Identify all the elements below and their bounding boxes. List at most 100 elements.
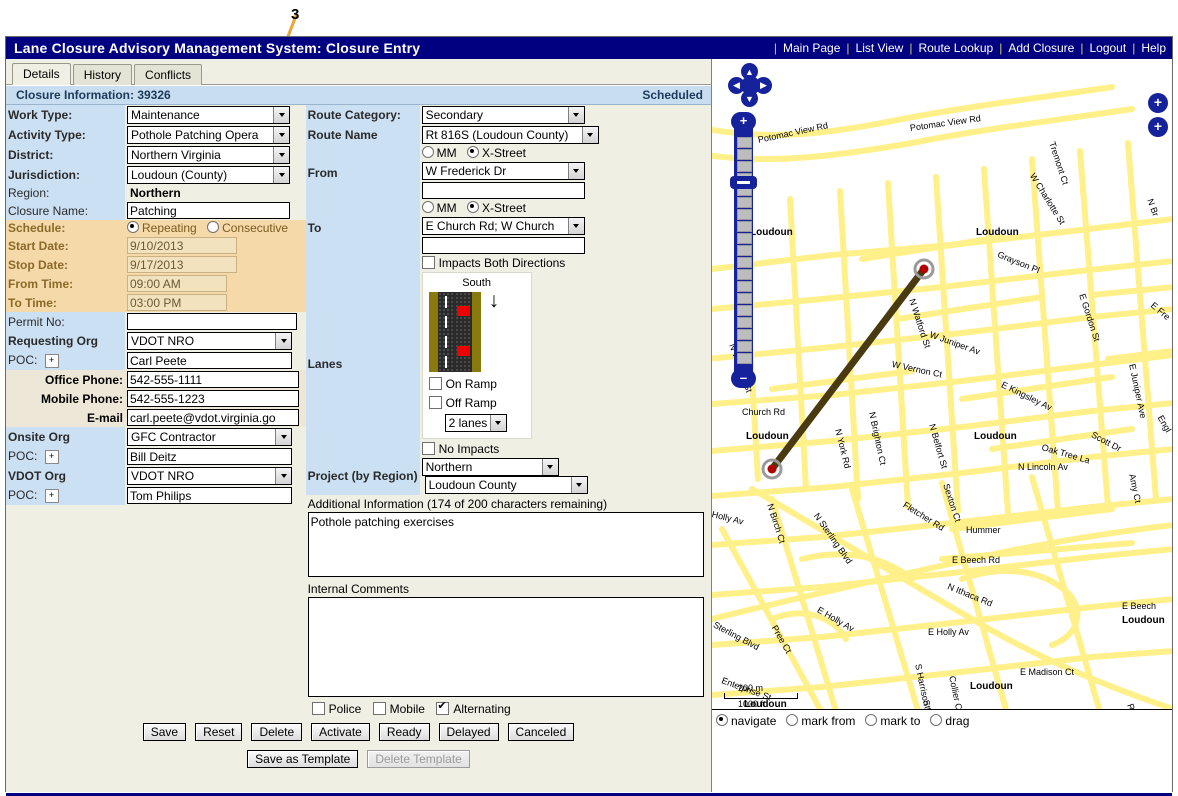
lane-2[interactable] [454,292,472,372]
vdot-poc-input[interactable] [127,487,292,504]
map-plus-button-2[interactable]: + [1148,117,1168,137]
expand-plus-icon[interactable]: + [44,450,59,464]
office-phone-input[interactable] [127,371,299,388]
from-street-select[interactable]: W Frederick Dr [421,162,585,180]
delete-button[interactable]: Delete [251,723,303,741]
mobile-checkbox[interactable] [372,702,386,715]
schedule-repeating-radio[interactable] [127,221,139,233]
internal-comments-textarea[interactable] [307,597,704,697]
activity-type-value: Pothole Patching Opera [131,128,259,142]
stop-date-cell [125,255,306,274]
nav-link-route-lookup[interactable]: Route Lookup [918,41,993,55]
save-as-template-button[interactable]: Save as Template [247,750,359,768]
nav-link-list-view[interactable]: List View [856,41,904,55]
no-impacts-checkbox[interactable] [421,442,435,455]
start-date-input[interactable] [127,237,237,254]
reset-button[interactable]: Reset [195,723,243,741]
stop-date-input[interactable] [127,256,237,273]
delayed-button[interactable]: Delayed [438,723,499,741]
closure-name-input[interactable] [127,202,290,219]
canceled-button[interactable]: Canceled [507,723,575,741]
to-xstreet-radio[interactable] [466,201,479,213]
email-field[interactable] [127,409,299,426]
requesting-org-cell: VDOT NRO [125,331,306,351]
nav-link-help[interactable]: Help [1141,41,1166,55]
main-body: Details History Conflicts Closure Inform… [6,59,1172,792]
to-time-input[interactable] [127,294,227,311]
mobile-label: Mobile [389,702,425,716]
drag-radio[interactable] [930,713,943,726]
map-tool-mark-from[interactable]: mark from [786,713,855,728]
activate-button[interactable]: Activate [311,723,370,741]
map-zoom-slider-handle[interactable] [730,176,757,189]
police-checkbox[interactable] [311,702,325,715]
route-name-select[interactable]: Rt 816S (Loudoun County) [421,126,599,144]
map-tool-navigate[interactable]: navigate [716,713,776,728]
tab-history[interactable]: History [72,64,133,85]
from-xstreet-radio[interactable] [466,146,479,158]
map-zoom-track[interactable] [734,115,753,383]
impacts-both-label: Impacts Both Directions [438,256,566,270]
expand-plus-icon[interactable]: + [44,354,59,368]
project-county-select[interactable]: Loudoun County [424,476,588,494]
chevron-down-icon [541,459,558,475]
tab-conflicts[interactable]: Conflicts [134,64,203,85]
to-street-select[interactable]: E Church Rd; W Church [421,217,585,235]
alternating-checkbox[interactable] [436,699,450,715]
map-canvas[interactable]: Potomac View Rd Potomac View Rd Tremont Ct… [712,59,1172,731]
district-select[interactable]: Northern Virginia [127,146,290,164]
vdot-org-select[interactable]: VDOT NRO [127,467,292,485]
nav-link-logout[interactable]: Logout [1089,41,1126,55]
requesting-org-value: VDOT NRO [131,334,195,348]
nav-link-main-page[interactable]: Main Page [783,41,840,55]
vdot-org-value: VDOT NRO [131,469,195,483]
mark-from-radio[interactable] [786,713,799,726]
row-schedule: Schedule: Repeating Consecutive [6,220,306,236]
impacts-both-checkbox[interactable] [421,256,435,269]
closed-lane-block[interactable] [456,306,470,316]
lane-count-select[interactable]: 2 lanes [444,414,507,432]
map-zoom-in-button[interactable]: + [731,112,756,131]
map-plus-button-1[interactable]: + [1148,93,1168,113]
additional-information-label: Additional Information (174 of 200 chara… [307,497,608,511]
tab-details[interactable]: Details [12,63,71,85]
nav-link-add-closure[interactable]: Add Closure [1008,41,1074,55]
onsite-poc-input[interactable] [127,448,292,465]
mark-to-radio[interactable] [865,713,878,726]
closed-lane-block[interactable] [456,346,470,356]
chevron-down-icon [273,127,289,143]
navigate-radio[interactable] [716,713,728,726]
pan-down-icon[interactable]: ▼ [741,90,758,107]
map-tool-mark-to[interactable]: mark to [865,713,920,728]
save-button[interactable]: Save [142,723,187,741]
requesting-poc-input[interactable] [127,352,292,369]
to-mm-radio[interactable] [421,201,434,213]
map-pan-control[interactable]: ▲ ▼ ◀ ▶ [728,63,772,107]
jurisdiction-select[interactable]: Loudoun (County) [127,166,290,184]
from-time-input[interactable] [127,275,227,292]
expand-plus-icon[interactable]: + [44,489,59,503]
pan-right-icon[interactable]: ▶ [755,77,772,94]
lane-1[interactable] [437,292,455,372]
map-zoom-out-button[interactable]: – [731,369,756,388]
permit-no-input[interactable] [127,313,297,330]
route-category-select[interactable]: Secondary [421,106,585,124]
from-mm-radio[interactable] [421,146,434,158]
map-tool-drag[interactable]: drag [930,713,969,728]
activity-type-select[interactable]: Pothole Patching Opera [127,126,290,144]
from-extra-input[interactable] [421,182,585,199]
off-ramp-row: Off Ramp [428,396,525,410]
schedule-consecutive-radio[interactable] [207,221,220,233]
requesting-org-select[interactable]: VDOT NRO [127,332,292,350]
mobile-phone-input[interactable] [127,390,299,407]
to-extra-input[interactable] [421,237,585,254]
off-ramp-checkbox[interactable] [428,396,442,409]
additional-information-textarea[interactable]: Pothole patching exercises [307,512,704,577]
pan-left-icon[interactable]: ◀ [728,77,745,94]
work-type-select[interactable]: Maintenance [127,106,290,124]
onsite-org-select[interactable]: GFC Contractor [127,428,292,446]
on-ramp-checkbox[interactable] [428,377,442,390]
pan-up-icon[interactable]: ▲ [741,63,758,80]
ready-button[interactable]: Ready [378,723,430,741]
project-region-select[interactable]: Northern [421,458,559,476]
